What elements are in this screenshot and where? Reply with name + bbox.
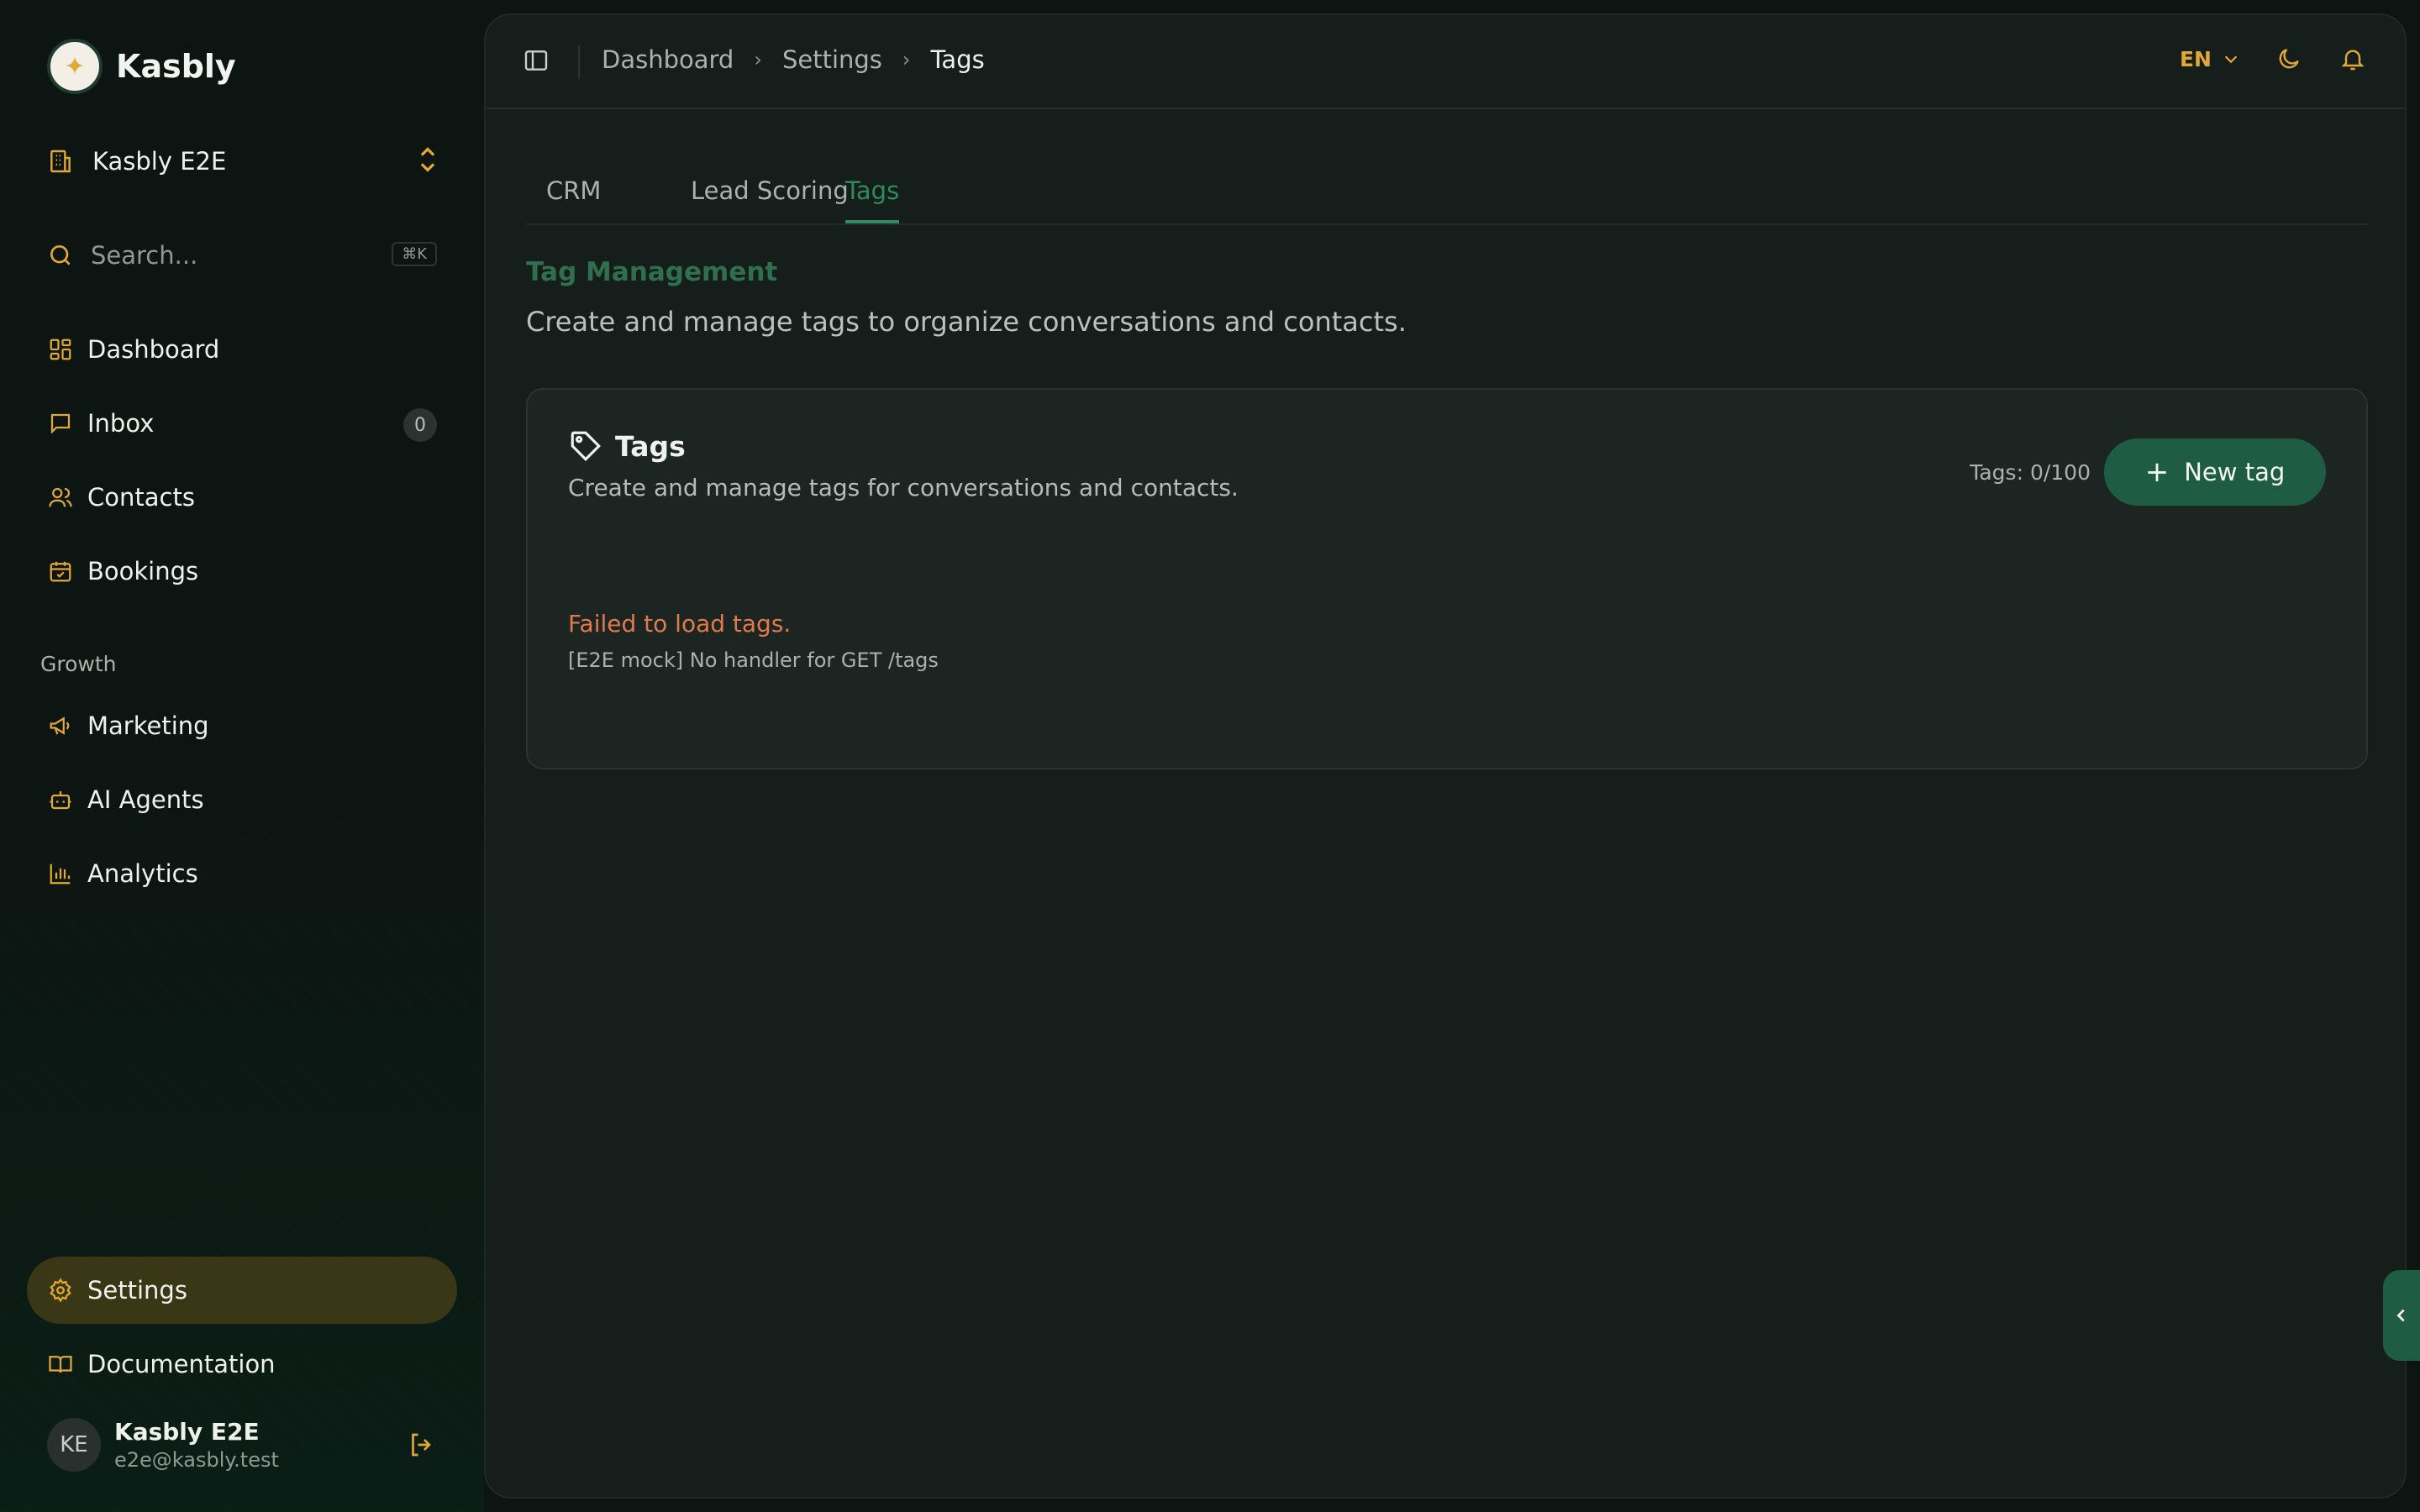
sidebar-item-ai-agents[interactable]: AI Agents <box>47 780 437 820</box>
page-subtitle: Create and manage tags to organize conve… <box>526 306 1407 338</box>
megaphone-icon <box>47 712 74 739</box>
avatar: KE <box>47 1418 101 1472</box>
sidebar-item-analytics[interactable]: Analytics <box>47 853 437 894</box>
users-icon <box>47 484 74 511</box>
search-box[interactable]: Search... ⌘K <box>47 239 437 272</box>
topbar: Dashboard › Settings › Tags EN <box>486 15 2405 109</box>
building-icon <box>50 150 71 173</box>
book-open-icon <box>47 1351 74 1378</box>
error-title: Failed to load tags. <box>568 610 792 638</box>
sidebar: ✦ Kasbly Kasbly E2E Search... ⌘K Dashboa… <box>0 0 484 1512</box>
language-selector[interactable]: EN <box>2180 47 2240 71</box>
inbox-count-badge: 0 <box>403 408 437 442</box>
panel-expand-handle[interactable] <box>2383 1270 2420 1361</box>
sidebar-item-label: Marketing <box>87 711 209 740</box>
sidebar-item-dashboard[interactable]: Dashboard <box>47 329 437 370</box>
workspace-name: Kasbly E2E <box>92 147 227 176</box>
breadcrumb-dashboard[interactable]: Dashboard <box>602 45 734 74</box>
sidebar-item-label: Inbox <box>87 409 155 438</box>
breadcrumb-settings[interactable]: Settings <box>782 45 882 74</box>
grid-icon <box>47 336 74 363</box>
sidebar-item-contacts[interactable]: Contacts <box>47 477 437 517</box>
sidebar-item-documentation[interactable]: Documentation <box>47 1344 437 1384</box>
sidebar-item-inbox[interactable]: Inbox 0 <box>47 403 437 444</box>
brand[interactable]: ✦ Kasbly <box>47 39 236 94</box>
user-profile[interactable]: KE Kasbly E2E e2e@kasbly.test <box>47 1418 437 1475</box>
breadcrumb-current: Tags <box>930 45 985 74</box>
search-shortcut: ⌘K <box>392 242 437 266</box>
tag-count: Tags: 0/100 <box>1970 460 2091 485</box>
sidebar-item-label: AI Agents <box>87 785 204 814</box>
new-tag-label: New tag <box>2184 458 2286 486</box>
bell-icon[interactable] <box>2338 44 2368 74</box>
settings-tabs: CRM Lead Scoring Tags <box>526 163 2368 225</box>
card-title: Tags <box>615 430 686 463</box>
breadcrumb: Dashboard › Settings › Tags <box>602 45 985 74</box>
message-square-icon <box>47 410 74 437</box>
page-title: Tag Management <box>526 257 778 287</box>
sidebar-item-label: Analytics <box>87 859 198 888</box>
sidebar-item-label: Settings <box>87 1276 187 1305</box>
brand-name: Kasbly <box>116 48 236 85</box>
bot-icon <box>47 786 74 813</box>
logout-icon[interactable] <box>407 1430 437 1460</box>
tag-icon <box>568 428 603 464</box>
user-name: Kasbly E2E <box>114 1418 260 1446</box>
sidebar-section-growth: Growth <box>40 652 117 676</box>
tab-lead-scoring[interactable]: Lead Scoring <box>691 176 849 223</box>
tab-crm[interactable]: CRM <box>546 176 601 223</box>
workspace-switcher[interactable]: Kasbly E2E <box>47 144 437 178</box>
search-placeholder: Search... <box>91 241 198 270</box>
bar-chart-icon <box>47 860 74 887</box>
new-tag-button[interactable]: + New tag <box>2104 438 2326 506</box>
topbar-actions: EN <box>2180 44 2368 74</box>
sidebar-item-bookings[interactable]: Bookings <box>47 551 437 591</box>
moon-icon[interactable] <box>2274 44 2304 74</box>
gear-icon <box>47 1277 74 1304</box>
chevron-left-icon <box>2396 1309 2405 1322</box>
divider <box>578 45 580 79</box>
sidebar-item-label: Contacts <box>87 483 195 512</box>
sidebar-item-label: Dashboard <box>87 335 220 364</box>
plus-icon: + <box>2144 455 2170 489</box>
main-panel: Dashboard › Settings › Tags EN CRM Lead … <box>484 13 2407 1499</box>
user-email: e2e@kasbly.test <box>114 1448 279 1472</box>
chevron-right-icon: › <box>902 48 911 71</box>
sidebar-item-label: Bookings <box>87 557 199 585</box>
tab-tags[interactable]: Tags <box>845 176 900 223</box>
card-subtitle: Create and manage tags for conversations… <box>568 474 1239 501</box>
sidebar-item-settings[interactable]: Settings <box>47 1270 437 1310</box>
sidebar-item-label: Documentation <box>87 1350 276 1378</box>
search-icon <box>50 245 71 265</box>
chevron-right-icon: › <box>754 48 762 71</box>
calendar-check-icon <box>47 558 74 585</box>
language-label: EN <box>2179 46 2212 71</box>
chevron-down-icon <box>2224 55 2238 64</box>
brand-logo-icon: ✦ <box>47 39 103 94</box>
chevrons-up-down-icon <box>418 146 437 174</box>
sidebar-toggle-icon[interactable] <box>523 47 550 74</box>
sidebar-item-marketing[interactable]: Marketing <box>47 706 437 746</box>
error-detail: [E2E mock] No handler for GET /tags <box>568 648 939 672</box>
tags-card: Tags Create and manage tags for conversa… <box>526 388 2368 769</box>
